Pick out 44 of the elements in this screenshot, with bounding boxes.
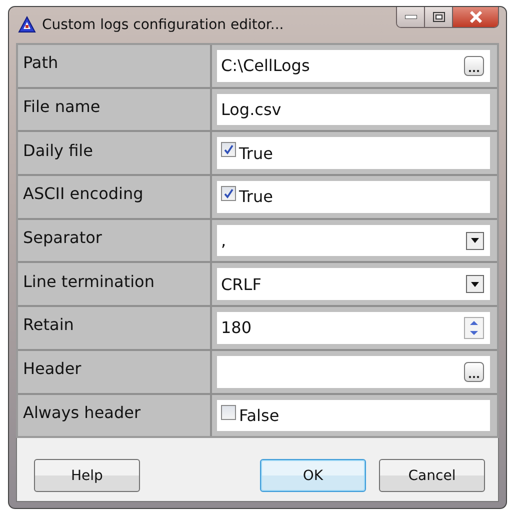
property-label: Path	[18, 45, 210, 87]
dropdown-button[interactable]	[466, 232, 484, 250]
property-label: Retain	[18, 307, 210, 349]
property-field[interactable]: ,	[217, 224, 490, 256]
ellipsis-icon	[469, 376, 479, 379]
property-field[interactable]: Log.csv	[217, 94, 490, 126]
checkbox[interactable]	[221, 142, 236, 158]
ellipsis-button[interactable]	[464, 56, 484, 76]
minimize-button[interactable]	[397, 7, 425, 27]
close-icon	[468, 11, 482, 23]
ellipsis-icon	[469, 70, 479, 73]
property-field[interactable]: CRLF	[217, 268, 490, 300]
property-field[interactable]: C:\CellLogs	[217, 50, 490, 82]
window-title: Custom logs configuration editor...	[42, 17, 285, 33]
triangle-icon	[18, 16, 36, 34]
property-label: Separator	[18, 220, 210, 262]
caret-icon	[471, 238, 479, 244]
property-label: Always header	[18, 394, 210, 436]
minimize-icon	[404, 15, 416, 19]
property-field[interactable]: 180	[217, 312, 490, 344]
ellipsis-button[interactable]	[464, 362, 484, 382]
caret-icon	[471, 282, 479, 287]
property-field[interactable]: False	[217, 400, 490, 432]
property-label: Header	[18, 350, 210, 392]
property-field[interactable]	[217, 356, 490, 388]
dropdown-button[interactable]	[466, 275, 484, 294]
maximize-icon	[432, 12, 444, 22]
checkbox[interactable]	[221, 404, 236, 420]
check-icon	[223, 188, 234, 200]
dialog-button[interactable]: Help	[34, 459, 140, 492]
property-label: Daily file	[18, 132, 210, 174]
property-label: Line termination	[18, 263, 210, 306]
dialog-button[interactable]: OK	[260, 459, 366, 492]
dialog-button[interactable]: Cancel	[379, 459, 485, 492]
checkbox[interactable]	[221, 186, 236, 202]
property-field[interactable]: True	[217, 137, 490, 170]
close-button[interactable]	[453, 7, 498, 27]
property-label: File name	[18, 88, 210, 130]
maximize-button[interactable]	[425, 7, 453, 27]
spin-arrows-icon	[470, 320, 478, 336]
spin-buttons[interactable]	[464, 316, 484, 339]
property-label: ASCII encoding	[18, 176, 210, 218]
property-field[interactable]: True	[217, 181, 490, 213]
check-icon	[223, 144, 234, 156]
